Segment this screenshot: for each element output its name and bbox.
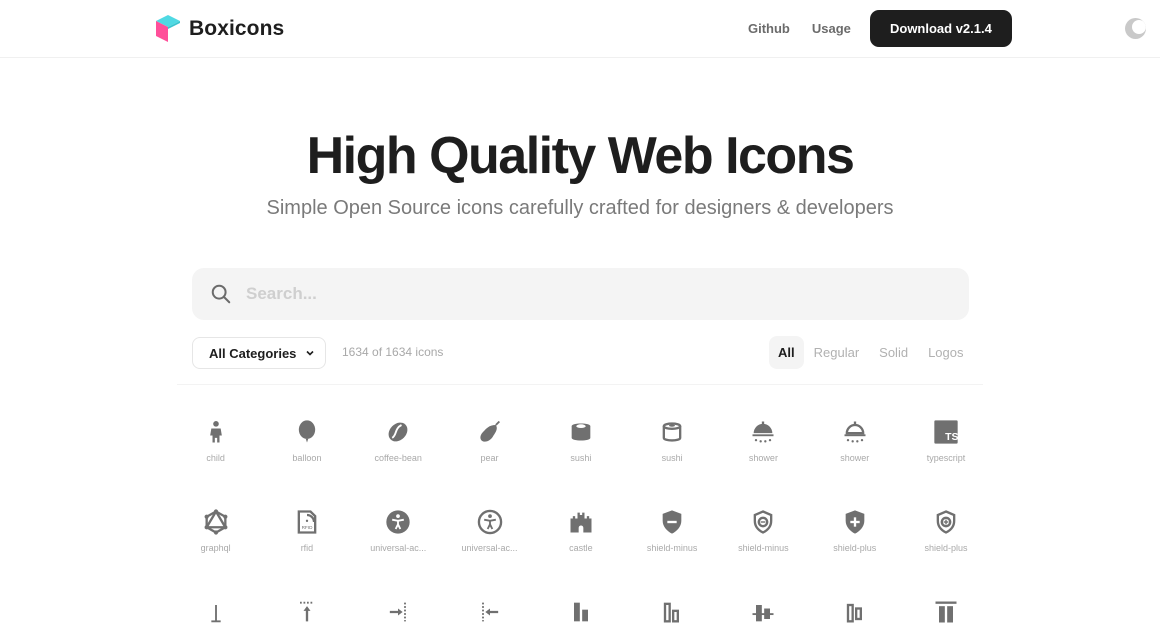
icon-count: 1634 of 1634 icons [342, 345, 444, 359]
icon-label: child [206, 453, 225, 463]
icon-card[interactable]: TS typescript [900, 418, 991, 463]
align-middle-regular-icon [846, 603, 862, 623]
icon-label: sushi [570, 453, 592, 463]
shield-plus-solid-icon [845, 510, 865, 534]
svg-text:RFID: RFID [302, 525, 314, 530]
filter-tab-regular[interactable]: Regular [804, 336, 870, 369]
icon-card[interactable]: shield-minus [626, 508, 717, 553]
icon-card[interactable] [261, 598, 352, 632]
align-middle-solid-icon [752, 605, 774, 622]
icon-card[interactable]: child [170, 418, 261, 463]
shield-minus-solid-icon [662, 510, 682, 534]
graphql-icon [204, 509, 228, 535]
download-button[interactable]: Download v2.1.4 [869, 10, 1012, 47]
icon-label: shield-plus [833, 543, 877, 553]
universal-access-regular-icon [477, 509, 502, 535]
typescript-icon: TS [934, 420, 959, 444]
icon-card[interactable] [535, 598, 626, 632]
sushi-solid-icon [571, 423, 591, 441]
icon-card[interactable]: RFID rfid [261, 508, 352, 553]
align-bottom-regular-icon [663, 602, 680, 623]
search-bar[interactable] [192, 268, 969, 320]
filter-tab-all[interactable]: All [769, 336, 804, 369]
icon-card[interactable]: graphql [170, 508, 261, 553]
icon-card[interactable]: shower [718, 418, 809, 463]
main-nav: Github Usage Download v2.1.4 [748, 10, 1012, 47]
shower-regular-icon [844, 421, 866, 443]
icon-card[interactable] [170, 598, 261, 632]
pear-icon [479, 420, 500, 442]
filter-tab-logos[interactable]: Logos [918, 336, 973, 369]
top-navbar: Boxicons Github Usage Download v2.1.4 [0, 0, 1160, 58]
brand-logo[interactable]: Boxicons [155, 14, 284, 44]
chevron-down-icon [306, 350, 314, 356]
horizontal-right-icon [390, 602, 407, 622]
rfid-icon: RFID [297, 510, 317, 534]
category-dropdown[interactable]: All Categories [192, 337, 326, 369]
align-bottom-solid-icon [573, 602, 588, 622]
brand-name: Boxicons [189, 17, 285, 40]
icon-label: shield-plus [924, 543, 968, 553]
icon-label: balloon [292, 453, 322, 463]
icon-card[interactable] [353, 598, 444, 632]
icon-label: universal-ac... [461, 543, 518, 553]
icon-card[interactable] [900, 598, 991, 632]
shower-solid-icon [752, 421, 774, 443]
universal-access-solid-icon [386, 510, 410, 534]
type-filter-tabs: All Regular Solid Logos [769, 336, 974, 369]
castle-icon [570, 512, 592, 533]
search-input[interactable] [246, 284, 926, 304]
icon-card[interactable]: shield-plus [900, 508, 991, 553]
icon-label: shower [840, 453, 870, 463]
shield-plus-regular-icon [936, 510, 956, 534]
icon-label: graphql [200, 543, 231, 553]
category-dropdown-value: All Categories [209, 345, 297, 361]
icon-card[interactable]: shield-plus [809, 508, 900, 553]
icon-card[interactable] [626, 598, 717, 632]
icon-label: shield-minus [646, 543, 698, 553]
svg-text:TS: TS [945, 431, 958, 443]
icon-label: shower [748, 453, 778, 463]
icon-grid: child balloon coffee-bean pear sushi sus… [170, 418, 990, 632]
icon-label: coffee-bean [374, 453, 422, 463]
hero-subtitle: Simple Open Source icons carefully craft… [266, 197, 894, 219]
coffee-bean-icon [388, 422, 408, 442]
icon-card[interactable]: sushi [626, 418, 717, 463]
icon-label: shield-minus [738, 543, 789, 553]
filter-tab-solid[interactable]: Solid [869, 336, 918, 369]
icon-card[interactable]: sushi [535, 418, 626, 463]
icon-card[interactable] [718, 598, 809, 632]
boxicons-logo-icon [156, 15, 180, 42]
vertical-top-icon [299, 601, 314, 622]
icon-card[interactable]: shield-minus [718, 508, 809, 553]
horizontal-left-icon [481, 602, 498, 622]
icon-label: typescript [926, 453, 966, 463]
icon-card[interactable] [809, 598, 900, 632]
balloon-icon [298, 420, 316, 443]
moon-icon[interactable] [1125, 18, 1146, 39]
icon-card[interactable]: universal-ac... [444, 508, 535, 553]
child-icon [209, 421, 222, 443]
icon-card[interactable]: castle [535, 508, 626, 553]
search-icon [211, 284, 231, 304]
vertical-bottom-icon [210, 605, 221, 623]
nav-link-usage[interactable]: Usage [812, 11, 851, 47]
icon-label: universal-ac... [370, 543, 427, 553]
shield-minus-regular-icon [754, 510, 773, 534]
icon-label: castle [569, 543, 593, 553]
icon-card[interactable] [444, 598, 535, 632]
nav-link-github[interactable]: Github [748, 11, 790, 47]
align-top-icon [935, 601, 957, 623]
divider [177, 384, 983, 385]
icon-card[interactable]: universal-ac... [353, 508, 444, 553]
icon-label: sushi [661, 453, 683, 463]
sushi-regular-icon [662, 422, 682, 442]
icon-card[interactable]: shower [809, 418, 900, 463]
hero-title: High Quality Web Icons [306, 127, 855, 185]
icon-label: rfid [300, 543, 314, 553]
icon-label: pear [480, 453, 499, 463]
icon-card[interactable]: coffee-bean [353, 418, 444, 463]
icon-card[interactable]: balloon [261, 418, 352, 463]
icon-card[interactable]: pear [444, 418, 535, 463]
